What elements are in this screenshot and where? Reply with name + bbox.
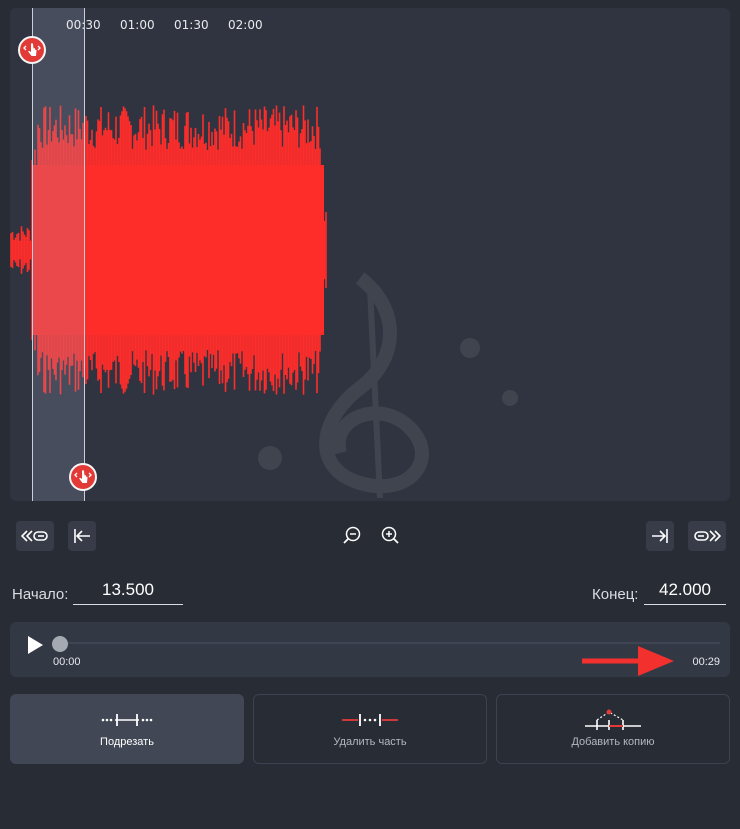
mode-trim[interactable]: Подрезать (10, 694, 244, 764)
mode-trim-label: Подрезать (100, 736, 154, 748)
skip-to-end-button[interactable] (688, 521, 726, 551)
timeline-tick: 02:00 (228, 18, 263, 32)
drag-hand-icon (74, 470, 92, 483)
forward-to-end-icon (694, 530, 721, 542)
start-handle[interactable] (18, 36, 46, 64)
play-icon[interactable] (26, 635, 44, 655)
total-time: 00:29 (692, 656, 720, 668)
zoom-out-button[interactable] (338, 521, 366, 549)
current-time: 00:00 (53, 656, 81, 668)
zoom-in-button[interactable] (376, 521, 404, 549)
add-copy-icon (585, 709, 641, 730)
selected-region[interactable] (32, 8, 85, 501)
waveform-panel[interactable]: 00:30 01:00 01:30 02:00 (10, 8, 730, 501)
set-end-button[interactable] (646, 521, 674, 551)
end-handle[interactable] (69, 463, 97, 491)
mode-add-copy[interactable]: Добавить копию (496, 694, 730, 764)
delete-part-icon (342, 714, 398, 726)
set-start-button[interactable] (68, 521, 96, 551)
set-end-marker-icon (652, 529, 668, 543)
mode-selector: Подрезать Удалить часть Добавить копию (10, 694, 732, 766)
drag-hand-icon (23, 43, 41, 56)
mode-delete-part[interactable]: Удалить часть (253, 694, 487, 764)
set-start-marker-icon (74, 529, 90, 543)
rewind-to-start-icon (21, 530, 48, 542)
start-label: Начало: (12, 586, 69, 603)
mode-add-copy-label: Добавить копию (571, 736, 655, 748)
timeline-tick: 01:30 (174, 18, 209, 32)
red-arrow-annotation-icon (582, 646, 674, 676)
edit-toolbar (0, 521, 740, 553)
trim-icon (101, 714, 153, 726)
timeline-tick: 01:00 (120, 18, 155, 32)
timeline-ruler: 00:30 01:00 01:30 02:00 (10, 18, 730, 34)
audio-waveform (10, 105, 327, 395)
zoom-out-icon (343, 526, 361, 544)
end-time-input[interactable]: 42.000 (644, 580, 726, 605)
mode-delete-label: Удалить часть (333, 736, 407, 748)
range-fields: Начало: 13.500 Конец: 42.000 (0, 580, 740, 610)
timeline-tick: 00:30 (66, 18, 101, 32)
playback-scrubber[interactable] (52, 636, 68, 652)
zoom-in-icon (381, 526, 399, 544)
end-label: Конец: (592, 586, 639, 603)
start-time-input[interactable]: 13.500 (73, 580, 183, 605)
skip-to-start-button[interactable] (16, 521, 54, 551)
